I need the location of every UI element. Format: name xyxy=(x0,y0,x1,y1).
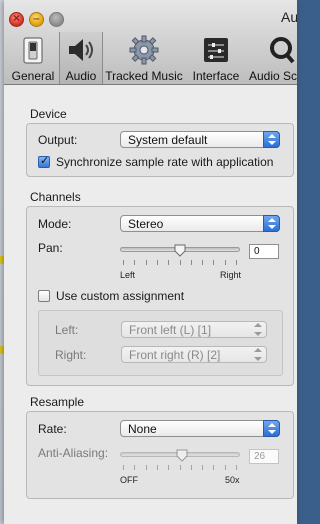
slider-tick xyxy=(236,260,237,265)
slider-tick xyxy=(168,465,169,470)
custom-assignment-group: Left: Front left (L) [1] Right: Front ri… xyxy=(38,310,283,376)
output-label: Output: xyxy=(38,133,78,147)
chevron-updown-icon xyxy=(250,321,267,338)
slider-tick xyxy=(225,260,226,265)
slider-tick xyxy=(202,260,203,265)
tab-audio-scrobbler-label: Audio Scr xyxy=(249,69,297,83)
pan-value-field[interactable]: 0 xyxy=(249,244,279,259)
sync-sample-rate-checkbox[interactable] xyxy=(38,154,50,168)
right-channel-label: Right: xyxy=(55,348,87,362)
anti-aliasing-slider-ticks xyxy=(123,465,237,470)
tab-general[interactable]: General xyxy=(8,34,58,84)
chevron-updown-icon xyxy=(263,420,280,437)
tab-audio-label: Audio xyxy=(65,69,97,83)
slider-tick xyxy=(134,260,135,265)
tab-interface-label: Interface xyxy=(192,69,240,83)
pan-slider-knob[interactable] xyxy=(174,244,186,257)
channels-group: Mode: Stereo Pan: Left Right 0 Use custo… xyxy=(26,206,294,386)
mode-select[interactable]: Stereo xyxy=(120,215,280,232)
slider-tick xyxy=(157,260,158,265)
tab-audio[interactable]: Audio xyxy=(59,32,103,84)
minimize-button[interactable]: – xyxy=(29,11,44,27)
output-select[interactable]: System default xyxy=(120,131,280,148)
left-channel-select-value: Front left (L) [1] xyxy=(129,323,212,337)
title-bar: × – Au General Audio Tracked Music Inter… xyxy=(4,0,297,85)
resample-section-title: Resample xyxy=(30,395,85,409)
custom-assignment-label: Use custom assignment xyxy=(56,289,185,303)
output-select-value: System default xyxy=(128,133,208,147)
rate-select[interactable]: None xyxy=(120,420,280,437)
device-section-title: Device xyxy=(30,107,67,121)
tab-general-label: General xyxy=(11,69,55,83)
slider-tick xyxy=(157,465,158,470)
preferences-toolbar: General Audio Tracked Music Interface Au… xyxy=(4,32,297,84)
custom-assignment-checkbox[interactable] xyxy=(38,290,50,302)
left-channel-select[interactable]: Front left (L) [1] xyxy=(121,321,267,338)
search-icon xyxy=(265,34,297,66)
anti-aliasing-min-label: OFF xyxy=(120,475,138,485)
pan-min-label: Left xyxy=(120,270,136,280)
chevron-updown-icon xyxy=(263,215,280,232)
slider-tick xyxy=(213,260,214,265)
sliders-panel-icon xyxy=(200,34,232,66)
rate-select-value: None xyxy=(128,422,157,436)
preferences-window: × – Au General Audio Tracked Music Inter… xyxy=(4,0,297,524)
anti-aliasing-slider-knob[interactable] xyxy=(176,449,188,462)
slider-tick xyxy=(191,465,192,470)
mode-label: Mode: xyxy=(38,217,72,231)
right-channel-select[interactable]: Front right (R) [2] xyxy=(121,346,267,363)
switch-icon xyxy=(17,34,49,66)
slider-tick xyxy=(146,260,147,265)
speaker-icon xyxy=(65,34,97,66)
tab-audio-scrobbler[interactable]: Audio Scr xyxy=(247,34,297,84)
sync-sample-rate-label: Synchronize sample rate with application xyxy=(56,155,274,169)
mode-select-value: Stereo xyxy=(128,217,164,231)
resample-group: Rate: None Anti-Aliasing: OFF 50x 26 xyxy=(26,411,294,499)
chevron-updown-icon xyxy=(250,346,267,363)
window-title: Au xyxy=(281,9,297,25)
pan-slider-ticks xyxy=(123,260,237,265)
rate-label: Rate: xyxy=(38,422,67,436)
slider-tick xyxy=(180,465,181,470)
slider-tick xyxy=(123,465,124,470)
slider-tick xyxy=(236,465,237,470)
right-channel-select-value: Front right (R) [2] xyxy=(129,348,221,362)
slider-tick xyxy=(123,260,124,265)
audio-preferences-pane: Device Output: System default Synchroniz… xyxy=(4,85,297,524)
zoom-button[interactable] xyxy=(49,12,64,27)
slider-tick xyxy=(146,465,147,470)
minimize-icon: – xyxy=(33,11,40,25)
slider-tick xyxy=(225,465,226,470)
device-group: Output: System default Synchronize sampl… xyxy=(26,123,294,177)
slider-tick xyxy=(168,260,169,265)
gear-icon xyxy=(128,34,160,66)
anti-aliasing-max-label: 50x xyxy=(225,475,240,485)
slider-tick xyxy=(191,260,192,265)
chevron-updown-icon xyxy=(263,131,280,148)
pan-label: Pan: xyxy=(38,241,63,255)
close-icon: × xyxy=(12,11,20,25)
slider-tick xyxy=(213,465,214,470)
anti-aliasing-label: Anti-Aliasing: xyxy=(38,446,109,460)
pan-max-label: Right xyxy=(220,270,242,280)
slider-tick xyxy=(202,465,203,470)
left-channel-label: Left: xyxy=(55,323,79,337)
channels-section-title: Channels xyxy=(30,190,81,204)
slider-tick xyxy=(180,260,181,265)
tab-interface[interactable]: Interface xyxy=(188,34,244,84)
anti-aliasing-value-field[interactable]: 26 xyxy=(249,449,279,464)
tab-tracked-music-label: Tracked Music xyxy=(105,69,183,83)
tab-tracked-music[interactable]: Tracked Music xyxy=(102,34,186,84)
close-button[interactable]: × xyxy=(9,11,24,27)
slider-tick xyxy=(134,465,135,470)
